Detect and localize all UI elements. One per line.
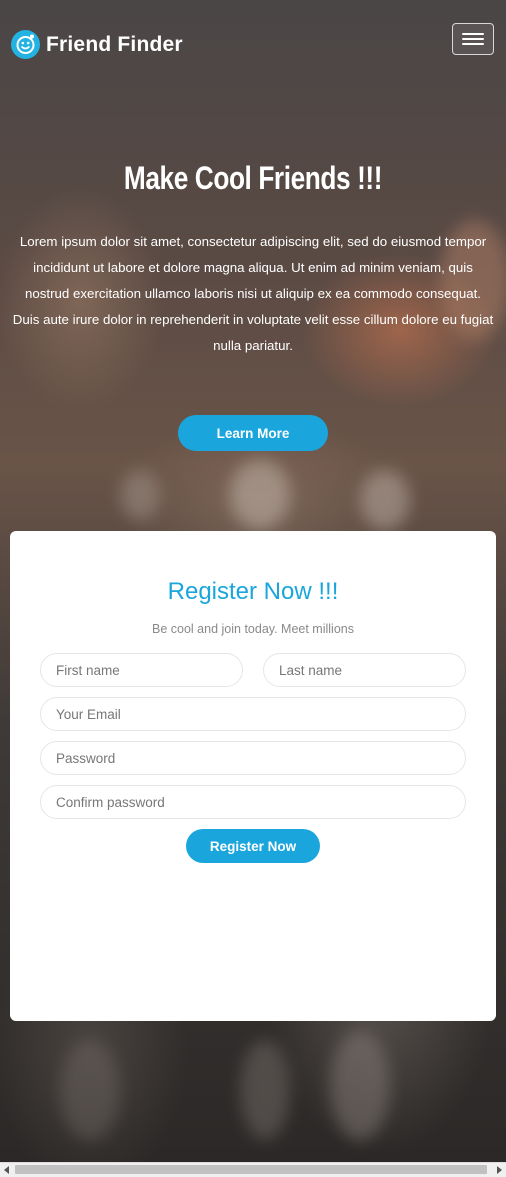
hero-title: Make Cool Friends !!!	[123, 160, 383, 196]
password-input[interactable]: Password	[40, 741, 466, 775]
register-card: Register Now !!! Be cool and join today.…	[10, 531, 496, 1021]
register-title: Register Now !!!	[167, 578, 339, 605]
first-name-input[interactable]: First name	[40, 653, 243, 687]
last-name-input[interactable]: Last name	[263, 653, 466, 687]
brand-name: Friend Finder	[46, 32, 183, 56]
smiley-face-icon	[11, 30, 40, 59]
register-subtitle: Be cool and join today. Meet millions	[152, 622, 354, 636]
hamburger-menu-icon	[462, 33, 484, 35]
scrollbar-thumb[interactable]	[15, 1165, 487, 1174]
learn-more-button[interactable]: Learn More	[178, 415, 328, 451]
navbar: Friend Finder	[0, 0, 506, 90]
horizontal-scrollbar[interactable]	[0, 1162, 506, 1177]
hero-description: Lorem ipsum dolor sit amet, consectetur …	[12, 234, 494, 353]
register-now-button[interactable]: Register Now	[186, 829, 320, 863]
brand-logo-link[interactable]: Friend Finder	[11, 30, 183, 59]
confirm-password-input[interactable]: Confirm password	[40, 785, 466, 819]
hamburger-menu-button[interactable]	[452, 23, 494, 55]
scroll-right-icon[interactable]	[497, 1166, 502, 1174]
email-input[interactable]: Your Email	[40, 697, 466, 731]
scroll-left-icon[interactable]	[4, 1166, 9, 1174]
